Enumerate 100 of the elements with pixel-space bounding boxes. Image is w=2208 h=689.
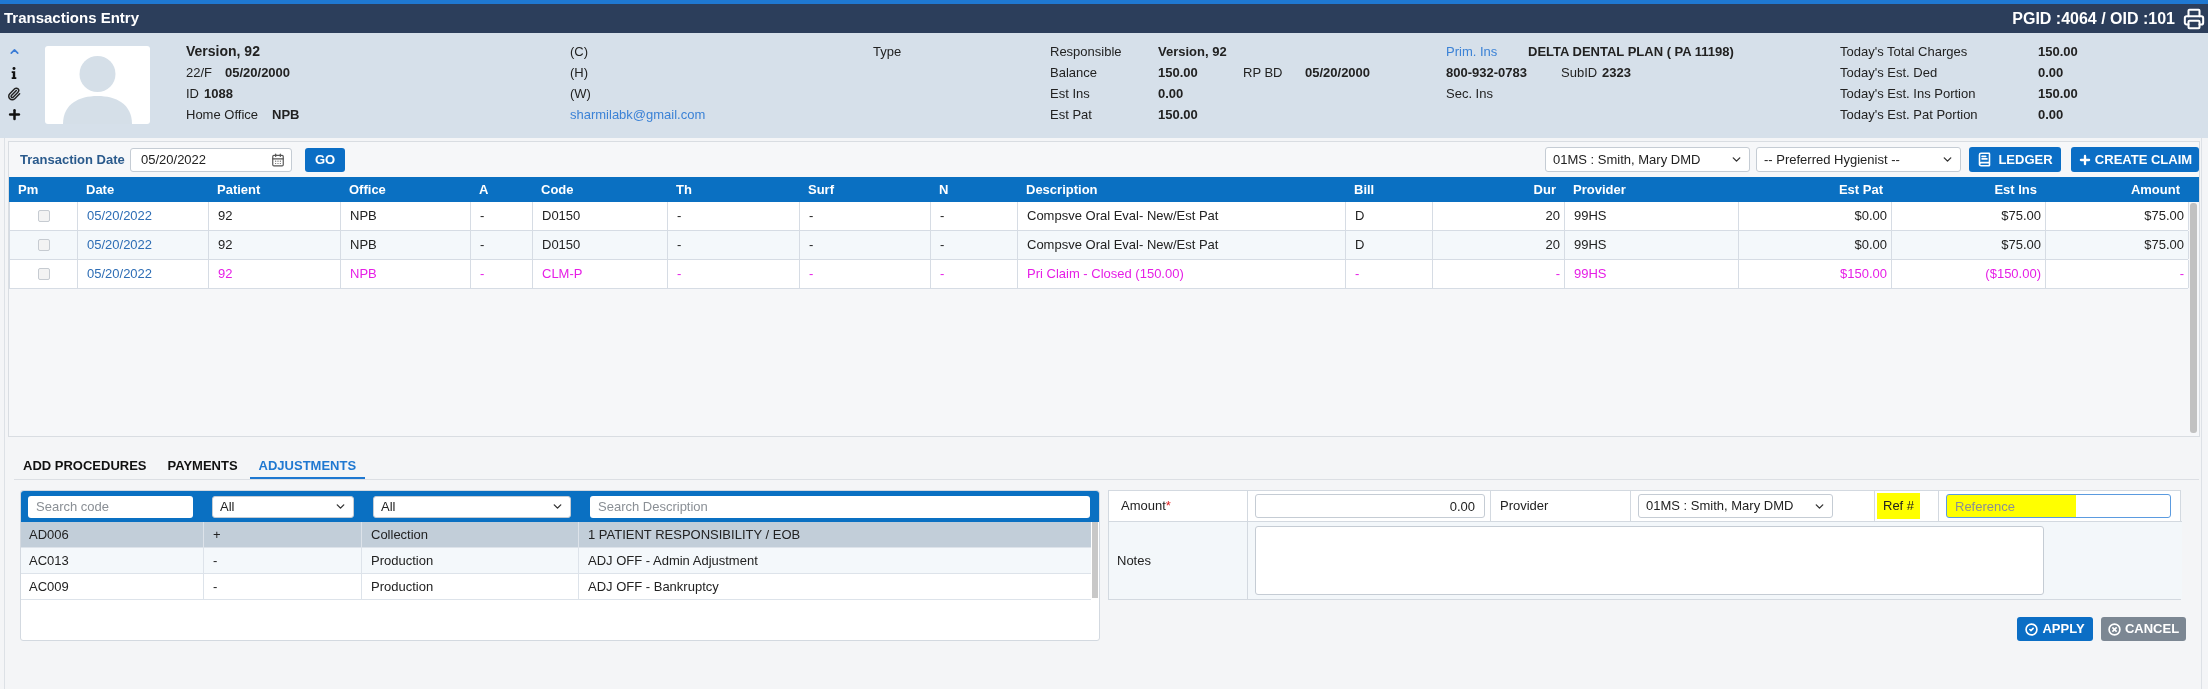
table-cell-text: $75.00 (2001, 207, 2041, 226)
window-title: Transactions Entry (4, 8, 140, 29)
table-cell-text: 99HS (1574, 207, 1607, 226)
table-cell-text: $0.00 (1854, 207, 1887, 226)
table-cell-text: - (677, 207, 682, 226)
scrollbar[interactable] (1092, 522, 1098, 598)
column-header[interactable]: Provider (1573, 179, 1626, 200)
amount-field[interactable]: 0.00 (1255, 494, 1485, 518)
account-label: Responsible (1050, 42, 1123, 61)
table-cell-text: - (940, 236, 945, 255)
category-filter-select[interactable]: All (373, 495, 571, 518)
table-cell-text: D (1355, 207, 1365, 226)
table-cell-text: - (2179, 265, 2184, 284)
table-cell-text: - (480, 207, 485, 226)
tab[interactable]: ADJUSTMENTS (249, 455, 366, 479)
search-description-field[interactable]: Search Description (590, 495, 1090, 518)
go-button[interactable]: GO (305, 147, 345, 172)
rp-bd-label: RP BD (1243, 63, 1284, 82)
table-cell-text: - (940, 265, 945, 284)
column-header[interactable]: Date (86, 179, 115, 200)
column-header[interactable]: N (939, 179, 949, 200)
adjustment-row[interactable]: AC013 - Production ADJ OFF - Admin Adjustment (21, 548, 1091, 574)
table-cell-text: $75.00 (2144, 236, 2184, 255)
column-header[interactable]: Pm (18, 179, 39, 200)
column-header[interactable]: Office (349, 179, 386, 200)
date-link[interactable]: 05/20/2022 (87, 235, 153, 255)
plus-icon[interactable] (6, 107, 22, 122)
tab[interactable]: ADD PROCEDURES (14, 455, 156, 479)
provider-label: Provider (1500, 497, 1549, 516)
total-label: Today's Est. Pat Portion (1840, 105, 1979, 124)
ref-label: Ref # (1877, 493, 1921, 519)
form-provider-select[interactable]: 01MS : Smith, Mary DMD (1638, 494, 1833, 518)
total-label: Today's Est. Ins Portion (1840, 84, 1977, 103)
hygienist-select[interactable]: -- Preferred Hygienist -- (1756, 147, 1961, 172)
info-icon[interactable] (11, 66, 17, 79)
home-office-code: NPB (272, 105, 300, 124)
date-link[interactable]: 05/20/2022 (87, 264, 153, 284)
column-header[interactable]: Description (1026, 179, 1098, 200)
avatar-icon (45, 46, 150, 124)
notes-label: Notes (1117, 551, 1151, 570)
checkbox[interactable] (37, 210, 50, 222)
adjustment-sign: - (213, 551, 218, 570)
tab[interactable]: PAYMENTS (158, 455, 247, 479)
table-cell-text: 92 (218, 265, 233, 284)
total-label: Today's Total Charges (1840, 42, 1969, 61)
adjustment-code: AD006 (29, 525, 69, 544)
apply-button[interactable]: APPLY (2017, 617, 2093, 641)
column-header[interactable]: Amount (2130, 179, 2180, 200)
ledger-button[interactable]: LEDGER (1969, 147, 2061, 172)
printer-icon[interactable] (2183, 7, 2205, 30)
account-label: Est Ins (1050, 84, 1091, 103)
subid-value: 2323 (1602, 63, 1631, 82)
insurance-plan: DELTA DENTAL PLAN ( PA 11198) (1528, 42, 1734, 61)
paperclip-icon[interactable] (7, 86, 21, 101)
notes-field[interactable] (1255, 526, 2044, 595)
type-filter-select[interactable]: All (212, 495, 354, 518)
adjustment-sign: + (213, 525, 221, 544)
column-header[interactable]: Est Pat (1838, 179, 1883, 200)
create-claim-button[interactable]: CREATE CLAIM (2071, 147, 2199, 172)
column-header[interactable]: Bill (1354, 179, 1375, 200)
column-header[interactable]: Est Ins (1994, 179, 2037, 200)
cancel-button[interactable]: CANCEL (2101, 617, 2186, 641)
total-value: 150.00 (2038, 84, 2078, 103)
adjustment-row[interactable]: AD006 + Collection 1 PATIENT RESPONSIBILITY / EOB (21, 522, 1091, 548)
checkbox[interactable] (37, 239, 50, 251)
adjustment-description: 1 PATIENT RESPONSIBILITY / EOB (588, 525, 801, 544)
primary-insurance-link[interactable]: Prim. Ins (1446, 41, 1528, 62)
table-cell-text: - (677, 236, 682, 255)
column-header[interactable]: Dur (1533, 179, 1556, 200)
table-cell-text: $75.00 (2001, 236, 2041, 255)
table-cell-text: Pri Claim - Closed (150.00) (1027, 265, 1184, 284)
patient-id: 1088 (204, 84, 233, 103)
column-header[interactable]: Code (541, 179, 574, 200)
phone-type-label: (W) (570, 84, 591, 103)
checkbox[interactable] (37, 268, 50, 280)
table-cell-text: - (940, 207, 945, 226)
secondary-insurance-label: Sec. Ins (1446, 84, 1493, 103)
table-cell-text: $0.00 (1854, 236, 1887, 255)
scrollbar[interactable] (2190, 203, 2197, 433)
table-cell-text: - (809, 236, 814, 255)
adjustment-code: AC013 (29, 551, 69, 570)
table-cell-text: NPB (350, 265, 377, 284)
search-code-field[interactable]: Search code (28, 495, 193, 518)
reference-field[interactable]: Reference (1946, 494, 2171, 518)
calendar-icon[interactable] (271, 152, 285, 167)
column-header[interactable]: Surf (808, 179, 834, 200)
column-header[interactable]: A (479, 179, 489, 200)
check-circle-icon (2025, 622, 2039, 636)
column-header[interactable]: Th (676, 179, 692, 200)
email-link[interactable]: sharmilabk@gmail.com (570, 104, 706, 125)
date-field[interactable]: 05/20/2022 (130, 147, 292, 172)
adjustment-description: ADJ OFF - Admin Adjustment (588, 551, 758, 570)
transaction-date-label: Transaction Date (20, 150, 126, 169)
adjustment-row[interactable]: AC009 - Production ADJ OFF - Bankruptcy (21, 574, 1091, 600)
date-link[interactable]: 05/20/2022 (87, 206, 153, 226)
phone-type-label: (H) (570, 63, 589, 82)
provider-select[interactable]: 01MS : Smith, Mary DMD (1545, 147, 1750, 172)
close-circle-icon (2107, 622, 2121, 636)
column-header[interactable]: Patient (217, 179, 261, 200)
table-cell-text: ($150.00) (1985, 265, 2041, 284)
